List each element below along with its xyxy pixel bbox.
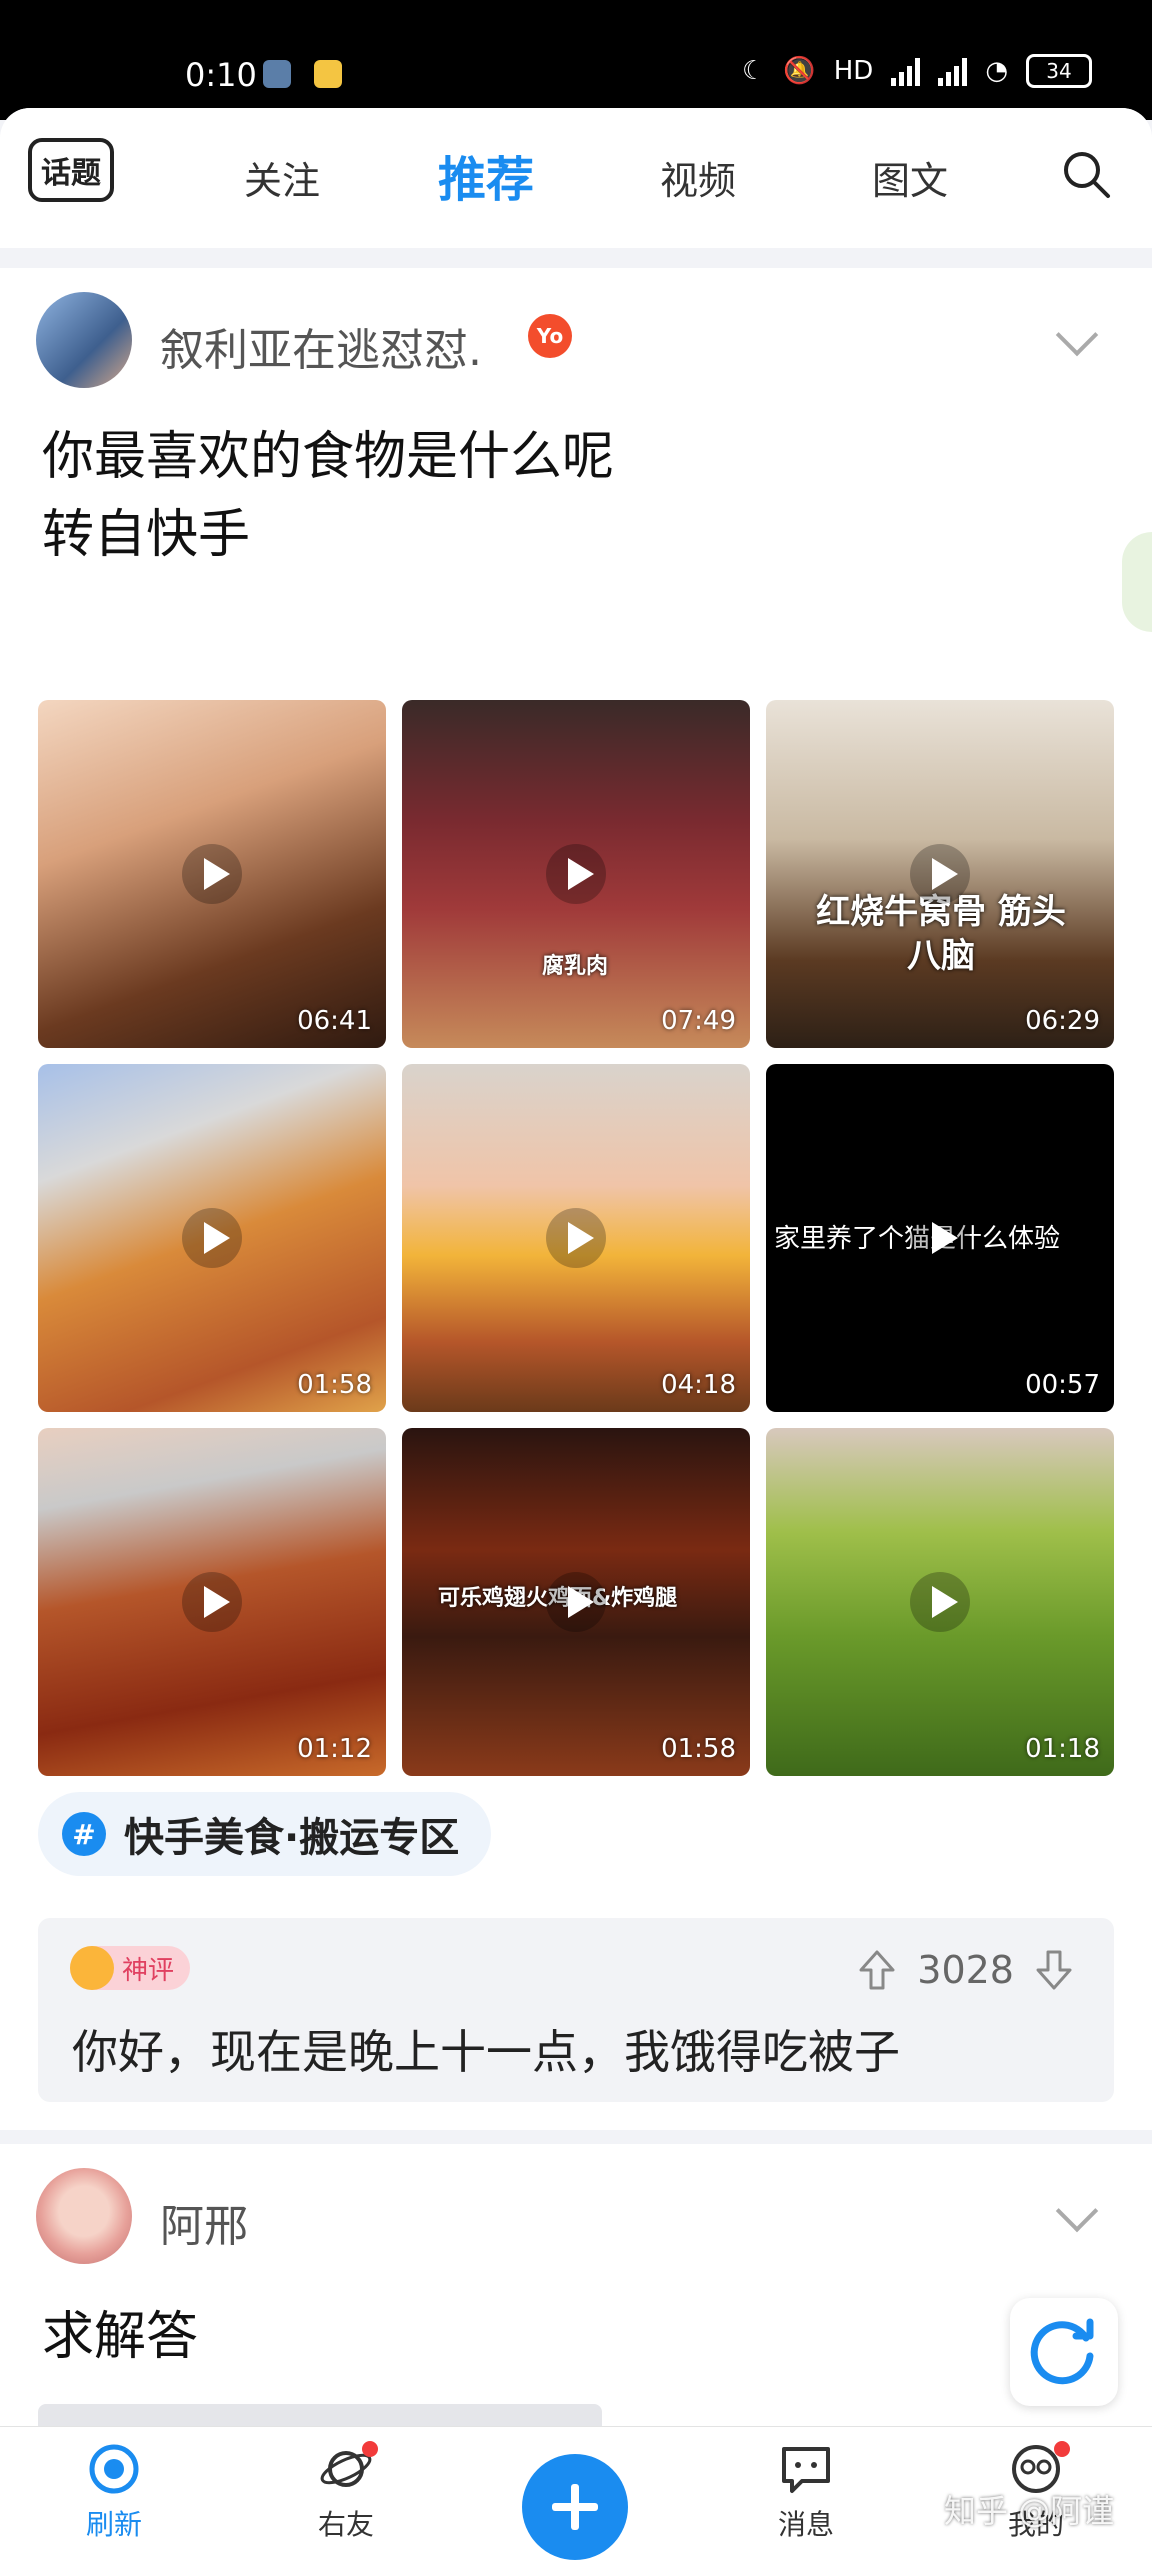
video-thumbnail[interactable]: 01:58 — [38, 1064, 386, 1412]
post-title[interactable]: 求解答 — [42, 2294, 198, 2369]
play-icon[interactable] — [182, 1208, 242, 1268]
smile-icon — [70, 1946, 114, 1990]
video-thumbnail[interactable]: 01:18 — [766, 1428, 1114, 1776]
tab-follow[interactable]: 关注 — [244, 150, 320, 205]
play-icon[interactable] — [182, 844, 242, 904]
side-float-pill[interactable] — [1122, 532, 1152, 632]
play-icon[interactable] — [546, 1572, 606, 1632]
avatar[interactable] — [36, 292, 132, 388]
nav-messages-label: 消息 — [777, 2508, 834, 2541]
status-bar: 0:10 ☾ 🔕 HD ◔ 34 — [0, 0, 1152, 120]
video-duration: 01:12 — [297, 1734, 372, 1764]
video-thumbnail[interactable]: 红烧牛窝骨 筋头八脑 06:29 — [766, 700, 1114, 1048]
post-title-line: 你最喜欢的食物是什么呢 — [42, 427, 615, 487]
post-card[interactable]: 叙利亚在逃怼怼. Yo 你最喜欢的食物是什么呢 转自快手 06:41 腐乳肉 0… — [0, 268, 1152, 2200]
message-icon — [782, 2447, 830, 2493]
video-duration: 01:58 — [297, 1370, 372, 1400]
nav-messages[interactable]: 消息 — [746, 2441, 866, 2543]
avatar[interactable] — [36, 2168, 132, 2264]
video-duration: 01:18 — [1025, 1734, 1100, 1764]
tab-image-text[interactable]: 图文 — [872, 150, 948, 205]
notification-app-icon — [263, 60, 291, 88]
wifi-icon: ◔ — [985, 56, 1008, 86]
video-duration: 04:18 — [661, 1370, 736, 1400]
play-icon[interactable] — [182, 1572, 242, 1632]
play-icon[interactable] — [910, 844, 970, 904]
add-post-button[interactable] — [522, 2454, 628, 2560]
hot-comment-badge: 神评 — [70, 1946, 191, 1990]
search-icon[interactable] — [1060, 148, 1112, 200]
nav-friends-label: 右友 — [317, 2508, 374, 2541]
tab-video[interactable]: 视频 — [660, 150, 736, 205]
video-overlay-text: 腐乳肉 — [542, 954, 609, 979]
video-duration: 01:58 — [661, 1734, 736, 1764]
hashtag-icon: # — [62, 1812, 106, 1856]
signal-icon — [891, 56, 921, 86]
battery-icon: 34 — [1026, 54, 1092, 88]
upvote-icon[interactable] — [857, 1948, 897, 1992]
hot-comment-vote-count: 3028 — [917, 1948, 1014, 1992]
notification-dot — [362, 2441, 378, 2457]
author-name[interactable]: 阿邢 — [160, 2190, 248, 2254]
refresh-button[interactable] — [1010, 2298, 1118, 2406]
downvote-icon[interactable] — [1034, 1948, 1074, 1992]
play-icon[interactable] — [910, 1572, 970, 1632]
video-thumbnail[interactable]: 04:18 — [402, 1064, 750, 1412]
watermark: 知乎 @阿谨 — [944, 2492, 1115, 2530]
play-icon[interactable] — [546, 844, 606, 904]
nav-refresh-label: 刷新 — [85, 2508, 142, 2541]
post-subtitle-line: 转自快手 — [42, 505, 251, 565]
topic-button[interactable]: 话题 — [28, 138, 114, 202]
app-container: 话题 关注 推荐 视频 图文 叙利亚在逃怼怼. Yo 你最喜欢的食物是什么呢 转… — [0, 108, 1152, 2560]
video-thumbnail[interactable]: 家里养了个猫是什么体验 00:57 — [766, 1064, 1114, 1412]
planet-icon — [89, 2444, 139, 2494]
play-icon[interactable] — [910, 1208, 970, 1268]
topic-tag-label: 快手美食·搬运专区 — [124, 1815, 460, 1861]
top-nav: 话题 关注 推荐 视频 图文 — [0, 108, 1152, 248]
status-time: 0:10 — [185, 56, 257, 94]
hot-comment-text: 你好，现在是晚上十一点，我饿得吃被子 — [72, 2025, 900, 2079]
hot-comment-badge-label: 神评 — [122, 1955, 175, 1986]
status-indicators: ☾ 🔕 HD ◔ 34 — [742, 54, 1092, 88]
video-grid: 06:41 腐乳肉 07:49 红烧牛窝骨 筋头八脑 06:29 01:58 0… — [38, 700, 1114, 1776]
video-thumbnail[interactable]: 01:12 — [38, 1428, 386, 1776]
video-thumbnail[interactable]: 06:41 — [38, 700, 386, 1048]
author-name[interactable]: 叙利亚在逃怼怼. — [160, 314, 482, 378]
video-duration: 07:49 — [661, 1006, 736, 1036]
moon-icon: ☾ — [742, 56, 766, 86]
signal-icon-2 — [938, 56, 968, 86]
video-thumbnail[interactable]: 腐乳肉 07:49 — [402, 700, 750, 1048]
battery-level: 34 — [1046, 59, 1072, 83]
refresh-icon — [1030, 2318, 1094, 2385]
notification-mail-icon — [314, 60, 342, 88]
mute-icon: 🔕 — [783, 56, 816, 86]
post-title[interactable]: 你最喜欢的食物是什么呢 转自快手 — [42, 418, 842, 574]
author-badge-icon: Yo — [528, 314, 572, 358]
network-label: HD — [833, 56, 874, 86]
video-duration: 00:57 — [1025, 1370, 1100, 1400]
topic-tag[interactable]: # 快手美食·搬运专区 — [38, 1792, 492, 1876]
notification-dot — [1054, 2441, 1070, 2457]
video-duration: 06:41 — [297, 1006, 372, 1036]
chevron-down-icon[interactable] — [1055, 313, 1099, 357]
play-icon[interactable] — [546, 1208, 606, 1268]
video-duration: 06:29 — [1025, 1006, 1100, 1036]
video-thumbnail[interactable]: 可乐鸡翅火鸡面&炸鸡腿 01:58 — [402, 1428, 750, 1776]
nav-refresh[interactable]: 刷新 — [54, 2441, 174, 2543]
hot-comment-votes: 3028 — [857, 1948, 1074, 1992]
hot-comment[interactable]: 神评 3028 你好，现在是晚上十一点，我饿得吃被子 — [38, 1918, 1114, 2102]
chevron-down-icon[interactable] — [1055, 2189, 1099, 2233]
tab-recommend[interactable]: 推荐 — [438, 140, 534, 210]
nav-friends[interactable]: 右友 — [286, 2441, 406, 2543]
post-card[interactable]: 阿邢 求解答 — [0, 2144, 1152, 2444]
